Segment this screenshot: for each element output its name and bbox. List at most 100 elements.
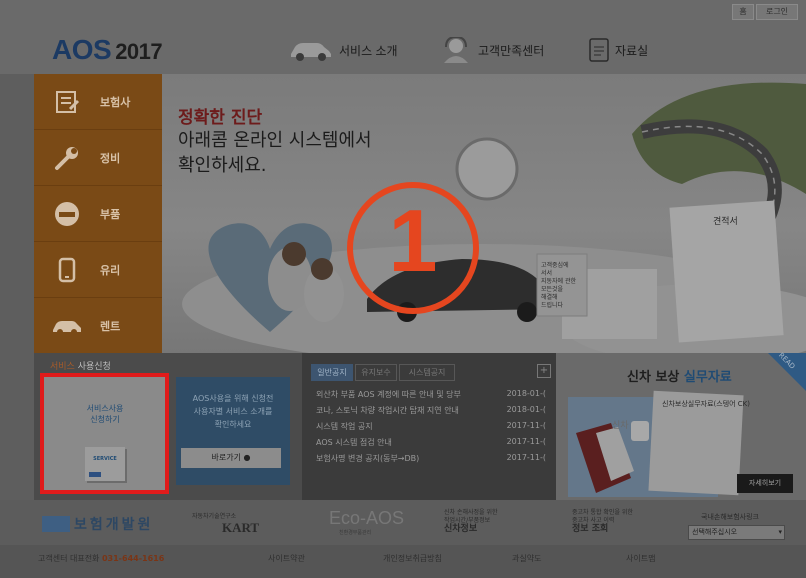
partner-eco-aos[interactable]: Eco-AOS 친환경부품관리 (329, 508, 404, 536)
footer-link-fault-diagram[interactable]: 과실약도 (512, 553, 541, 564)
nav-customer-center[interactable]: 고객만족센터 (442, 37, 545, 63)
highlight-box (40, 373, 169, 494)
annotation-number: ①1 (388, 191, 438, 290)
partner-sublabel: 자동차기술연구소 (192, 513, 237, 520)
notice-title: 시스템 작업 공지 (316, 422, 373, 431)
car-icon (291, 43, 331, 61)
desc-line: AOS사용을 위해 신청전 (192, 394, 274, 403)
menu-label: 렌트 (100, 319, 121, 333)
nav-archive[interactable]: 자료실 (589, 38, 648, 62)
footer-link-sitemap[interactable]: 사이트맵 (626, 553, 655, 564)
tab-maintenance[interactable]: 유지보수 (355, 364, 397, 381)
partner-kart[interactable]: 자동차기술연구소 KART (192, 511, 259, 536)
call-center: 고객센터 대표전화 031-644-1616 (38, 553, 164, 564)
partner-label: 보험개발원 (74, 517, 154, 533)
menu-label: 부품 (100, 207, 121, 221)
menu-item-glass[interactable]: 유리 (34, 242, 162, 298)
service-desc: AOS사용을 위해 신청전 사용자별 서비스 소개를 확인하세요 (176, 392, 290, 431)
partner-kidi[interactable]: 보험개발원 (42, 514, 153, 534)
kidi-logo-icon (42, 516, 70, 532)
partner-line: 신차정보 (444, 524, 478, 534)
book-text: 신차 (612, 421, 629, 431)
insurance-doc-icon (52, 87, 82, 117)
service-info-box: AOS사용을 위해 신청전 사용자별 서비스 소개를 확인하세요 (176, 377, 290, 485)
notice-item[interactable]: AOS 시스템 점검 안내 2017-11-( (316, 437, 546, 448)
side-line: 고객중심에 (541, 262, 569, 269)
partner-label: Eco-AOS (329, 508, 405, 528)
side-line: 서서 (541, 270, 553, 277)
go-button[interactable]: 바로가기 ● (181, 448, 281, 468)
nav-label: 고객만족센터 (478, 43, 545, 58)
side-line: 해결해 (541, 294, 558, 301)
notice-item[interactable]: 시스템 작업 공지 2017-11-( (316, 421, 546, 432)
partner-label: KART (222, 520, 260, 535)
partner-used-car-history[interactable]: 중고차 통합 확인을 위한 중고차 사고 이력 정보 조회 (572, 509, 633, 534)
notice-item[interactable]: 코나, 스토닉 차량 작업시간 탑재 지연 안내 2018-01-( (316, 405, 546, 416)
notice-date: 2018-01-( (506, 405, 546, 414)
menu-label: 정비 (100, 151, 121, 165)
insurer-select[interactable]: 선택해주십시오 ▾ (688, 525, 785, 540)
hero-subline-1: 아래콤 온라인 시스템에서 (178, 130, 372, 151)
rental-car-icon (52, 311, 82, 341)
notice-date: 2017-11-( (506, 437, 546, 446)
insurer-link-label: 국내손해보험사링크 (701, 513, 759, 521)
notice-item[interactable]: 외산차 부품 AOS 계정에 따른 안내 및 당부 2018-01-( (316, 389, 546, 400)
home-link[interactable]: 홈 (732, 4, 754, 20)
side-line: 지동자에 관한 (541, 278, 577, 285)
glass-icon (52, 255, 82, 285)
arrow-right-icon: ● (243, 453, 251, 462)
estimate-title: 견적서 (713, 217, 738, 227)
chevron-down-icon: ▾ (778, 528, 782, 536)
login-link[interactable]: 로그인 (756, 4, 798, 20)
menu-item-insurer[interactable]: 보험사 (34, 74, 162, 130)
new-car-doc-text: 신차보상실무자료(스텡어 CK) (662, 400, 751, 408)
logo-year: 2017 (115, 39, 163, 64)
partner-new-car-info[interactable]: 신차 손해사정을 위한 작업시간/부품정보 신차정보 (444, 509, 498, 534)
notice-title: 외산차 부품 AOS 계정에 따른 안내 및 당부 (316, 390, 461, 399)
desc-line: 사용자별 서비스 소개를 (193, 407, 273, 416)
menu-label: 보험사 (100, 95, 131, 109)
notice-date: 2017-11-( (506, 453, 546, 462)
nav-service-intro[interactable]: 서비스 소개 (289, 38, 398, 62)
support-agent-icon (444, 37, 468, 63)
hero-side-text: 고객중심에 서서 지동자에 관한 모든것을 해결해 드립니다 (541, 262, 576, 310)
go-button-label: 바로가기 (211, 453, 241, 462)
desc-line: 확인하세요 (214, 420, 252, 429)
menu-label: 유리 (100, 263, 121, 277)
notice-title: AOS 시스템 점검 안내 (316, 438, 392, 447)
detail-button[interactable]: 자세히보기 (737, 474, 793, 493)
notice-date: 2018-01-( (506, 389, 546, 398)
partner-line: 정보 조회 (572, 524, 609, 534)
nav-label: 서비스 소개 (339, 43, 398, 58)
phone-label: 고객센터 대표전화 (38, 554, 100, 563)
logo-text: AOS (52, 34, 112, 65)
notice-date: 2017-11-( (506, 421, 546, 430)
title-prefix: 서비스 (50, 362, 75, 372)
notice-item[interactable]: 보험사명 변경 공지(동부→DB) 2017-11-( (316, 453, 546, 464)
title-main: 사용신청 (77, 362, 111, 372)
menu-item-rental[interactable]: 렌트 (34, 298, 162, 353)
nav-label: 자료실 (615, 43, 649, 58)
notice-title: 코나, 스토닉 차량 작업시간 탑재 지연 안내 (316, 406, 459, 415)
part-icon (52, 199, 82, 229)
document-icon (589, 38, 609, 62)
select-value: 선택해주십시오 (692, 528, 738, 536)
menu-item-repair[interactable]: 정비 (34, 130, 162, 186)
phone-number: 031-644-1616 (101, 554, 165, 563)
partner-line: 중고차 통합 확인을 위한 (572, 509, 633, 516)
partner-sublabel: 친환경부품관리 (339, 530, 372, 536)
category-menu: 보험사 정비 부품 유리 렌트 (34, 74, 162, 353)
tab-general-notice[interactable]: 일반공지 (311, 364, 353, 381)
side-line: 드립니다 (541, 302, 564, 309)
title-main: 신차 보상 (627, 370, 680, 385)
partner-line: 신차 손해사정을 위한 (444, 509, 498, 516)
footer-link-privacy[interactable]: 개인정보취급방침 (383, 553, 442, 564)
title-accent: 실무자료 (683, 370, 732, 385)
site-logo[interactable]: AOS 2017 (52, 34, 163, 66)
more-button[interactable]: + (537, 364, 551, 378)
menu-item-parts[interactable]: 부품 (34, 186, 162, 242)
notice-title: 보험사명 변경 공지(동부→DB) (316, 454, 420, 463)
footer-link-terms[interactable]: 사이트약관 (268, 553, 305, 564)
tab-system-notice[interactable]: 시스템공지 (399, 364, 455, 381)
wrench-icon (52, 143, 82, 173)
